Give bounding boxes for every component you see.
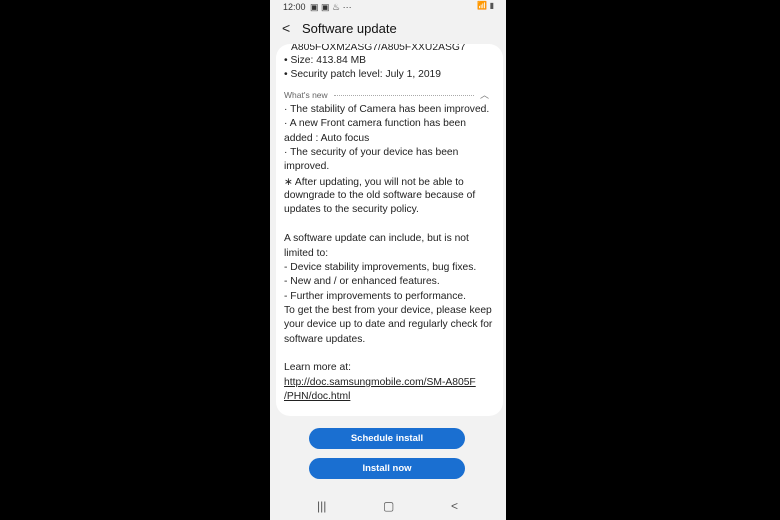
notification-icons: ▣ ▣ ♨ ··· xyxy=(310,2,352,12)
security-patch: • Security patch level: July 1, 2019 xyxy=(284,69,441,80)
phone-screen: 12:00 ▣ ▣ ♨ ··· 📶 ▮ < Software update A8… xyxy=(270,0,506,520)
back-nav-icon[interactable]: < xyxy=(451,499,458,513)
signal-battery-icon: 📶 ▮ xyxy=(477,1,494,10)
chevron-up-icon[interactable]: ︿ xyxy=(480,88,489,101)
install-now-button[interactable]: Install now xyxy=(309,458,465,479)
home-icon[interactable]: ▢ xyxy=(383,499,394,513)
recents-icon[interactable]: ||| xyxy=(317,499,326,513)
whats-new-line: limited to: xyxy=(284,247,329,259)
whats-new-line: Learn more at: xyxy=(284,362,351,374)
whats-new-line: · A new Front camera function has been xyxy=(284,118,467,130)
whats-new-line: · The security of your device has been xyxy=(284,147,459,159)
whats-new-line: downgrade to the old software because of xyxy=(284,190,476,202)
whats-new-line: A software update can include, but is no… xyxy=(284,233,469,245)
size: • Size: 413.84 MB xyxy=(284,55,367,66)
schedule-install-button[interactable]: Schedule install xyxy=(309,428,465,449)
version: A805FOXM2ASG7/A805FXXU2ASG7 xyxy=(291,44,466,53)
whats-new-line: software updates. xyxy=(284,333,366,345)
status-time: 12:00 xyxy=(283,2,306,12)
whats-new-label: What's new xyxy=(284,90,328,100)
learn-more-link-cont[interactable]: /PHN/doc.html xyxy=(284,391,350,402)
whats-new-line: - New and / or enhanced features. xyxy=(284,276,440,288)
whats-new-line: · The stability of Camera has been impro… xyxy=(284,104,490,115)
divider xyxy=(334,95,474,96)
whats-new-line: To get the best from your device, please… xyxy=(284,304,492,316)
update-details-card[interactable]: A805FOXM2ASG7/A805FXXU2ASG7 • Size: 413.… xyxy=(276,44,503,416)
whats-new-line: ∗ After updating, you will not be able t… xyxy=(284,176,464,188)
whats-new-line: your device up to date and regularly che… xyxy=(284,319,493,331)
whats-new-line: updates to the security policy. xyxy=(284,204,419,216)
whats-new-line: improved. xyxy=(284,161,330,173)
page-title: Software update xyxy=(302,21,397,36)
back-arrow-icon[interactable]: < xyxy=(282,20,290,36)
whats-new-line: - Device stability improvements, bug fix… xyxy=(284,261,477,273)
whats-new-line: - Further improvements to performance. xyxy=(284,290,466,302)
learn-more-link[interactable]: http://doc.samsungmobile.com/SM-A805F xyxy=(284,377,476,388)
whats-new-line: added : Auto focus xyxy=(284,132,370,144)
